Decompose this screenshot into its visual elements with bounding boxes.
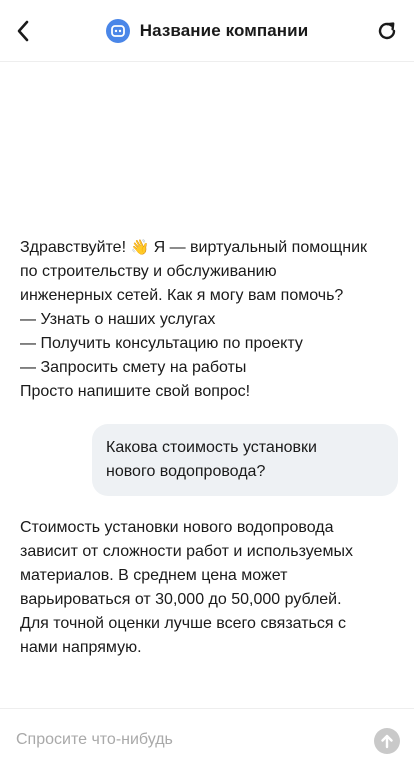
message-line: Здравствуйте! 👋 Я — виртуальный помощник	[20, 236, 400, 260]
message-line: материалов. В среднем цена может	[20, 567, 288, 584]
message-line: по строительству и обслуживанию	[20, 263, 277, 280]
message-text: Здравствуйте!	[20, 239, 131, 256]
send-button[interactable]	[374, 728, 400, 754]
header: Название компании	[0, 0, 414, 62]
bot-message-answer: Стоимость установки нового водопровода з…	[20, 516, 400, 660]
bot-icon	[110, 25, 125, 37]
bot-message-greeting: Здравствуйте! 👋 Я — виртуальный помощник…	[20, 236, 400, 404]
message-line: нами напрямую.	[20, 639, 142, 656]
arrow-up-icon	[381, 734, 393, 749]
message-line: нового водопровода?	[106, 463, 266, 480]
message-line: — Запросить смету на работы	[20, 359, 247, 376]
message-line: зависит от сложности работ и используемы…	[20, 543, 353, 560]
chat-input[interactable]	[16, 728, 356, 752]
message-line: — Узнать о наших услугах	[20, 311, 216, 328]
user-message-bubble: Какова стоимость установки нового водопр…	[92, 424, 398, 496]
waving-hand-icon: 👋	[130, 239, 150, 256]
message-line: — Получить консультацию по проекту	[20, 335, 303, 352]
message-line: варьироваться от 30,000 до 50,000 рублей…	[20, 591, 342, 608]
message-line: Какова стоимость установки	[106, 439, 317, 456]
header-title-group: Название компании	[0, 18, 414, 44]
message-line: Для точной оценки лучше всего связаться …	[20, 615, 346, 632]
page-title: Название компании	[139, 21, 309, 40]
message-line: инженерных сетей. Как я могу вам помочь?	[20, 287, 344, 304]
input-bar	[0, 708, 414, 770]
chat-screen: Название компании Здравствуйте! 👋 Я — ви…	[0, 0, 414, 770]
bot-avatar	[105, 19, 130, 43]
message-line: Просто напишите свой вопрос!	[20, 383, 251, 400]
message-text: Я — виртуальный помощник	[149, 239, 368, 256]
message-line: Стоимость установки нового водопровода	[20, 519, 334, 536]
refresh-icon	[378, 22, 396, 40]
refresh-button[interactable]	[374, 18, 400, 44]
